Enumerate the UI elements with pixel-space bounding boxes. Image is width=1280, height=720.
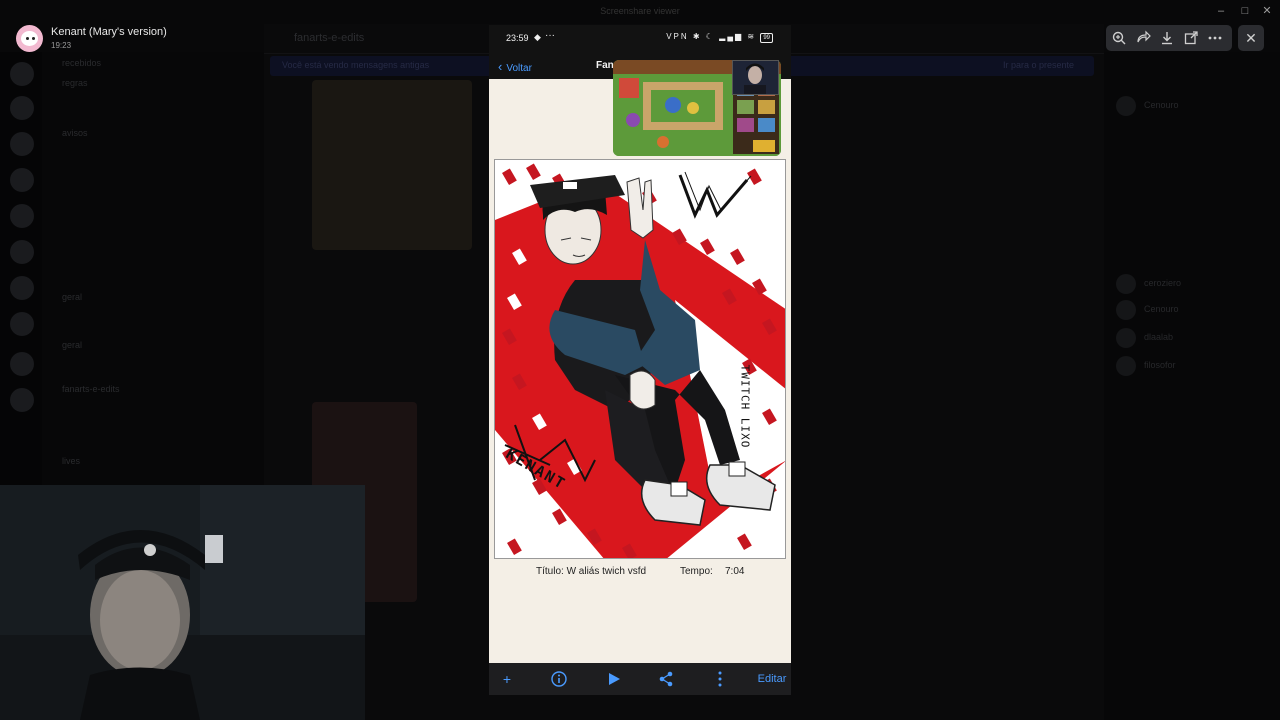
open-external-icon[interactable] (1183, 30, 1199, 46)
server-icon (10, 62, 34, 86)
forward-icon[interactable] (1135, 30, 1151, 46)
caption-time: 7:04 (725, 566, 745, 577)
more-dots-icon: ··· (545, 30, 555, 41)
channel-item: recebidos (62, 58, 102, 68)
fanart-image[interactable]: KENANT TWITCH LIXO (494, 159, 786, 559)
window-close-icon[interactable]: ✕ (1260, 4, 1274, 18)
signature-right: TWITCH LIXO (738, 364, 752, 449)
share-icon[interactable] (657, 669, 675, 689)
chevron-left-icon: ‹ (498, 59, 503, 74)
channel-item: lives (62, 456, 81, 466)
server-icon (10, 240, 34, 264)
member-avatar (1116, 328, 1136, 348)
status-time: 23:59 (506, 33, 529, 43)
server-icon (10, 96, 34, 120)
channel-item: regras (62, 78, 88, 88)
zoom-in-icon[interactable] (1111, 30, 1127, 46)
member-avatar (1116, 300, 1136, 320)
image-caption: Título: W aliás twich vsfd Tempo: 7:04 (489, 566, 791, 584)
member-name: dlaalab (1144, 332, 1174, 342)
server-icon (10, 388, 34, 412)
window-title: Screenshare viewer (600, 6, 680, 16)
message-timestamp: 19:23 (51, 41, 72, 50)
more-vertical-icon[interactable] (712, 669, 728, 689)
shield-icon: ◆ (534, 32, 541, 42)
avatar[interactable] (16, 25, 43, 52)
battery-icon: 99 (760, 33, 773, 43)
caption-time-label: Tempo: (680, 566, 713, 577)
server-icon (10, 276, 34, 300)
member-list: Cenouro ceroziero Cenouro dlaalab filoso… (1104, 52, 1280, 720)
fanart-thumbnail (312, 80, 472, 250)
back-button[interactable]: ‹ Voltar (498, 59, 532, 74)
streamer-cam-inset (732, 60, 779, 95)
more-icon[interactable] (1207, 30, 1223, 46)
user-name: Kenant (Mary's version) (51, 26, 167, 38)
play-icon[interactable] (605, 669, 623, 689)
status-bar: 23:59 ◆ ··· VPN ✱ ☾ ▂▄▆ ≋ 99 (489, 25, 791, 53)
avatar-eye (32, 37, 35, 40)
channel-item: fanarts-e-edits (62, 384, 120, 394)
avatar-face (21, 31, 38, 46)
channel-title: fanarts-e-edits (294, 32, 365, 44)
member-name: filosofor (1144, 360, 1176, 370)
member-avatar (1116, 274, 1136, 294)
phone-toolbar: + Editar (489, 663, 791, 695)
channel-item: geral (62, 340, 83, 350)
avatar-eye (26, 37, 29, 40)
download-icon[interactable] (1159, 30, 1175, 46)
info-icon[interactable] (550, 669, 568, 689)
minimize-icon[interactable]: – (1214, 4, 1228, 18)
viewer-toolbar (1106, 25, 1232, 51)
close-viewer-button[interactable]: ✕ (1238, 25, 1264, 51)
banner-text: Você está vendo mensagens antigas (282, 60, 430, 70)
status-icons: VPN ✱ ☾ ▂▄▆ ≋ 99 (666, 32, 773, 43)
add-icon[interactable]: + (499, 669, 515, 689)
member-avatar (1116, 356, 1136, 376)
member-avatar (1116, 96, 1136, 116)
status-icons-text: VPN ✱ ☾ ▂▄▆ ≋ (666, 32, 757, 41)
server-icon (10, 168, 34, 192)
phone-screenshot: 23:59 ◆ ··· VPN ✱ ☾ ▂▄▆ ≋ 99 ‹ Voltar Fan… (489, 25, 791, 695)
member-name: Cenouro (1144, 100, 1179, 110)
channel-item: avisos (62, 128, 88, 138)
maximize-icon[interactable]: □ (1238, 4, 1252, 18)
member-name: Cenouro (1144, 304, 1179, 314)
server-icon (10, 312, 34, 336)
member-name: ceroziero (1144, 278, 1182, 288)
server-icon (10, 352, 34, 376)
webcam-overlay (0, 485, 365, 720)
server-icon (10, 204, 34, 228)
jump-to-present-link: Ir para o presente (1002, 60, 1074, 70)
channel-item: geral (62, 292, 83, 302)
back-label: Voltar (506, 63, 532, 74)
caption-title: Título: W aliás twich vsfd (536, 566, 647, 577)
edit-button[interactable]: Editar (757, 669, 787, 689)
server-icon (10, 132, 34, 156)
